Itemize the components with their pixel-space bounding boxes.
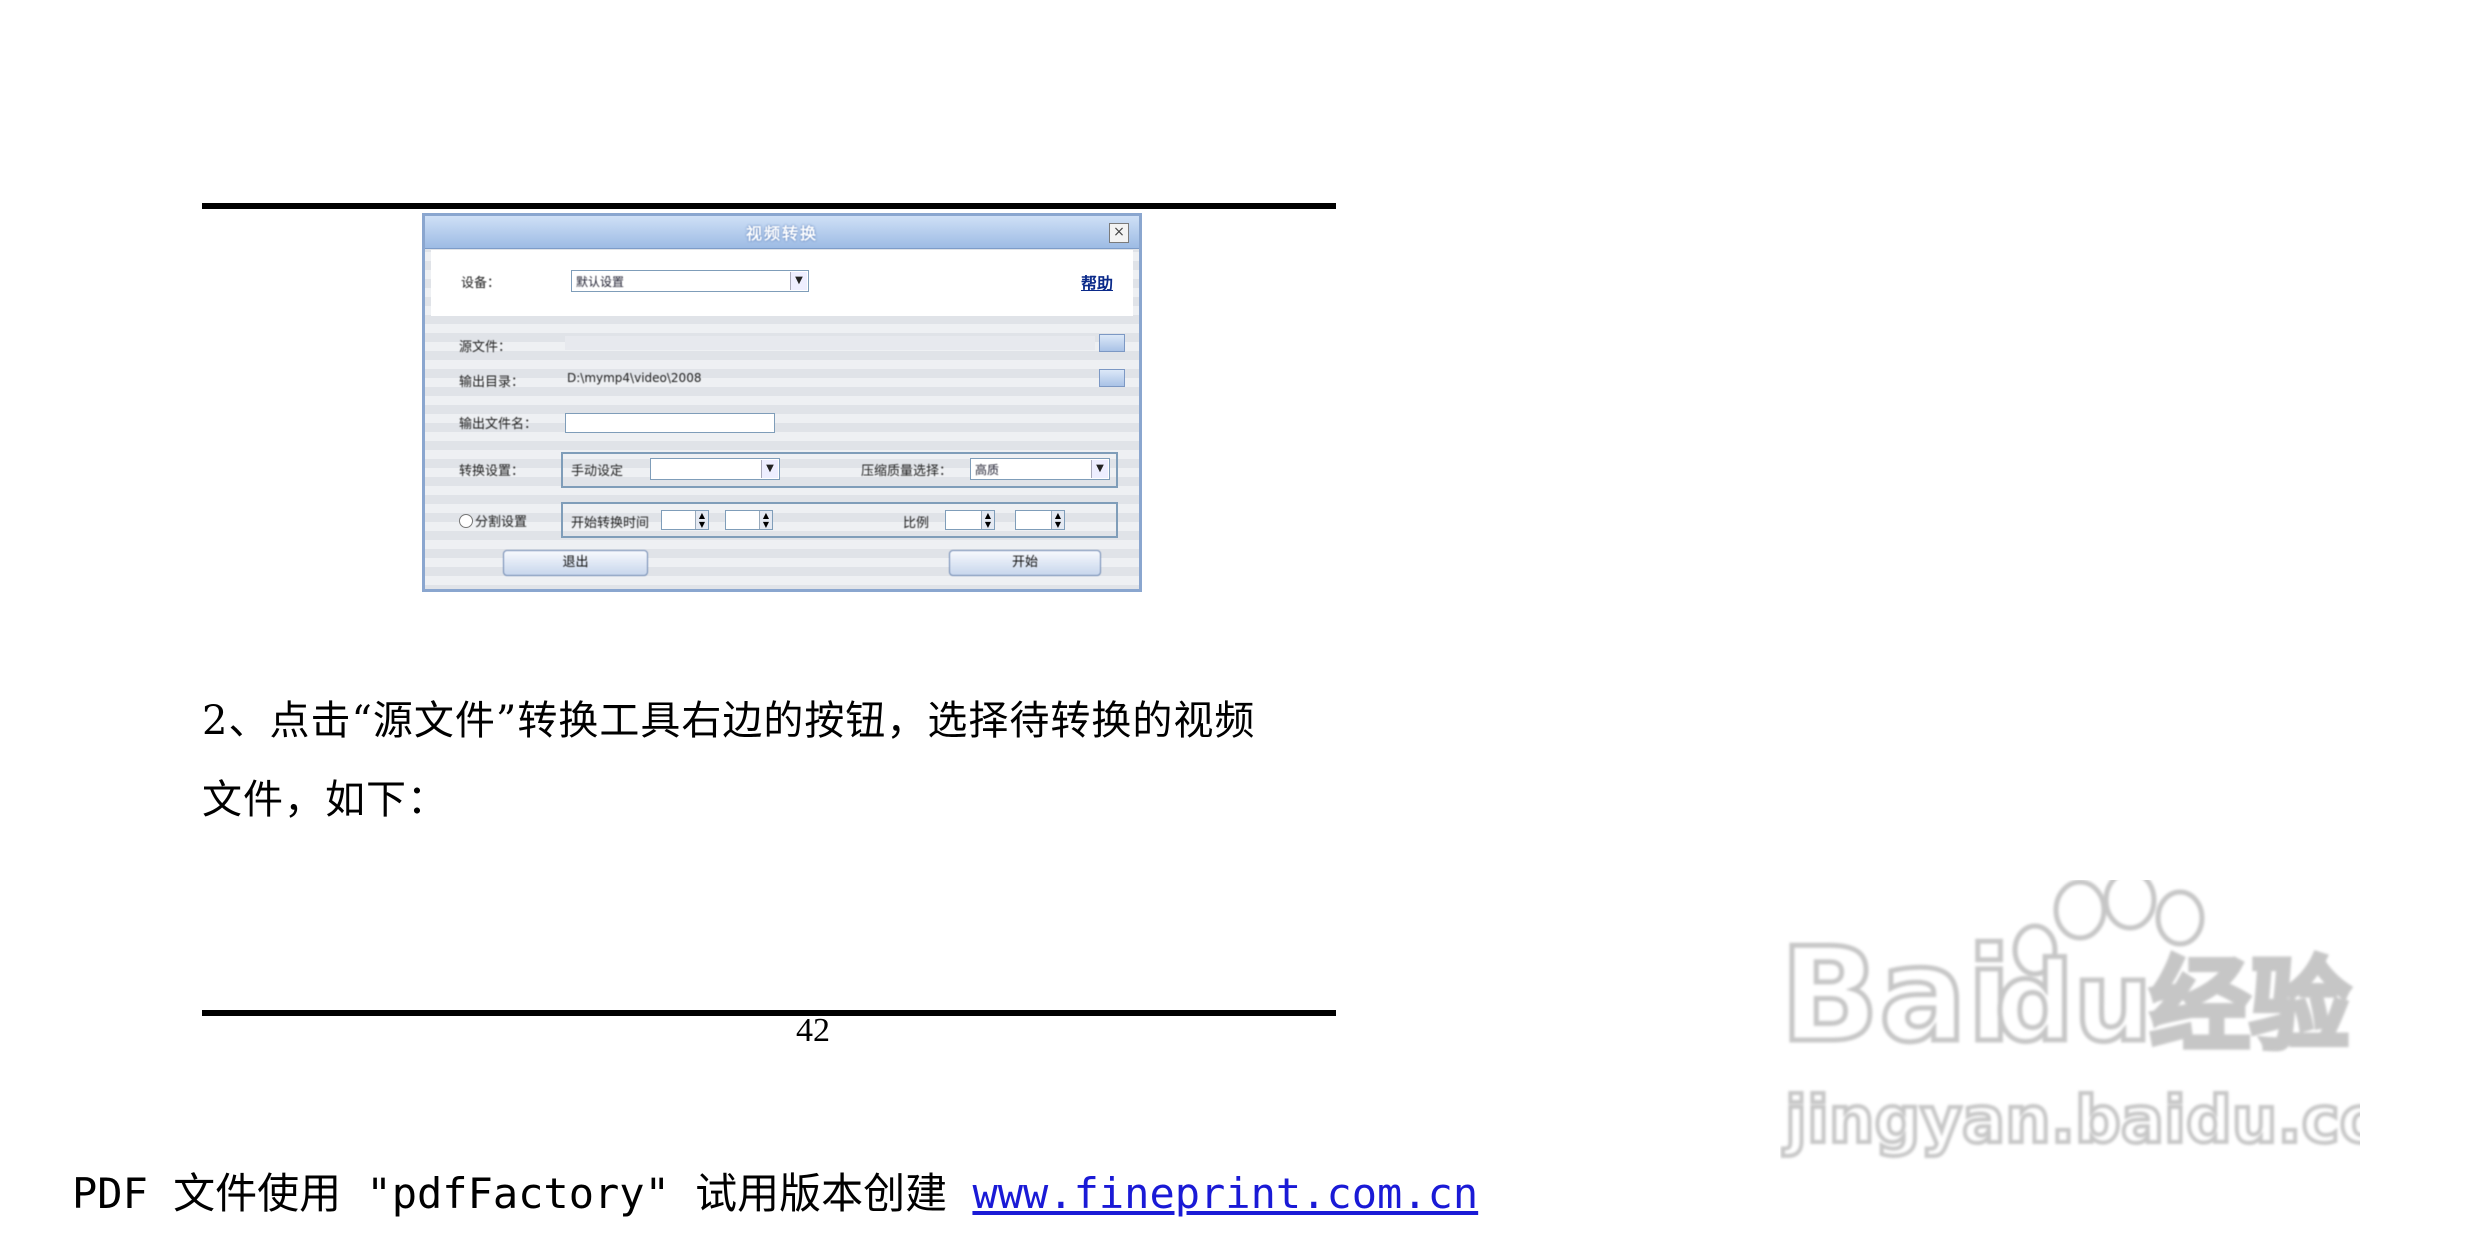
output-name-input[interactable] [565, 413, 775, 433]
chevron-down-icon: ▼ [1091, 460, 1108, 478]
spinner-arrows-icon: ▲ ▼ [695, 511, 708, 529]
start-button[interactable]: 开始 [949, 550, 1101, 576]
top-rule [202, 203, 1336, 209]
ratio-spinner-a[interactable]: ▲ ▼ [945, 510, 995, 530]
source-label: 源文件： [459, 340, 512, 355]
bottom-rule [202, 1010, 1336, 1016]
cut-start-spinner[interactable]: ▲ ▼ [661, 510, 709, 530]
output-dir-browse-button[interactable] [1099, 369, 1125, 387]
convert-label: 转换设置： [459, 464, 525, 479]
watermark-brand-tail: du [1995, 938, 2152, 1066]
output-dir-value: D:\mymp4\video\2008 [567, 371, 702, 385]
close-icon[interactable]: × [1109, 223, 1129, 243]
cut-label: 分割设置 [475, 515, 528, 530]
quality-select[interactable]: 高质 ▼ [970, 458, 1110, 480]
page-number: 42 [796, 1012, 830, 1049]
spinner-arrows-icon: ▲ ▼ [981, 511, 994, 529]
watermark-cn: 经验 [2150, 947, 2350, 1064]
convert-select[interactable]: ▼ [650, 458, 780, 480]
spinner-arrows-icon: ▲ ▼ [759, 511, 772, 529]
ratio-label: 比例 [903, 516, 930, 531]
baidu-jingyan-watermark: Bai du 经验 jingyan.baidu.com [1780, 880, 2360, 1160]
chevron-down-icon: ▼ [790, 272, 807, 290]
quality-label: 压缩质量选择： [861, 464, 953, 479]
convert-mode-label: 手动设定 [571, 464, 624, 479]
pdf-footer: PDF 文件使用 "pdfFactory" 试用版本创建 www.finepri… [72, 1160, 1478, 1221]
help-link[interactable]: 帮助 [1081, 270, 1113, 294]
cut-end-spinner[interactable]: ▲ ▼ [725, 510, 773, 530]
device-panel: 设备： 默认设置 ▼ 帮助 [431, 250, 1133, 316]
exit-button[interactable]: 退出 [503, 550, 648, 576]
output-dir-label: 输出目录： [459, 375, 525, 390]
paw-toe-3 [2155, 889, 2205, 947]
device-label: 设备： [461, 276, 501, 291]
device-select[interactable]: 默认设置 ▼ [571, 270, 809, 292]
paw-toe-1 [2053, 880, 2107, 941]
watermark-brand: Bai [1780, 919, 2011, 1071]
device-select-value: 默认设置 [576, 275, 625, 289]
quality-select-value: 高质 [975, 463, 1000, 477]
ratio-spinner-b[interactable]: ▲ ▼ [1015, 510, 1065, 530]
cut-start-label: 开始转换时间 [571, 516, 650, 531]
chevron-down-icon: ▼ [761, 460, 778, 478]
source-browse-button[interactable] [1099, 334, 1125, 352]
footer-link[interactable]: www.fineprint.com.cn [972, 1169, 1478, 1218]
output-name-label: 输出文件名： [459, 417, 538, 432]
dialog-titlebar: 视频转换 × [425, 216, 1139, 249]
instruction-line-2: 文件，如下： [202, 777, 448, 823]
video-convert-dialog: 视频转换 × 设备： 默认设置 ▼ 帮助 源文件： 输出目录： D:\mymp4… [422, 213, 1142, 592]
spinner-arrows-icon: ▲ ▼ [1051, 511, 1064, 529]
footer-text: PDF 文件使用 "pdfFactory" 试用版本创建 [72, 1169, 973, 1218]
cut-radio[interactable] [459, 514, 473, 528]
instruction-line-1: 2、点击“源文件”转换工具右边的按钮，选择待转换的视频 [202, 698, 1256, 744]
dialog-title: 视频转换 [745, 224, 818, 243]
source-field[interactable] [565, 336, 1095, 350]
paw-toe-2 [2103, 880, 2157, 931]
watermark-url: jingyan.baidu.com [1782, 1084, 2360, 1158]
